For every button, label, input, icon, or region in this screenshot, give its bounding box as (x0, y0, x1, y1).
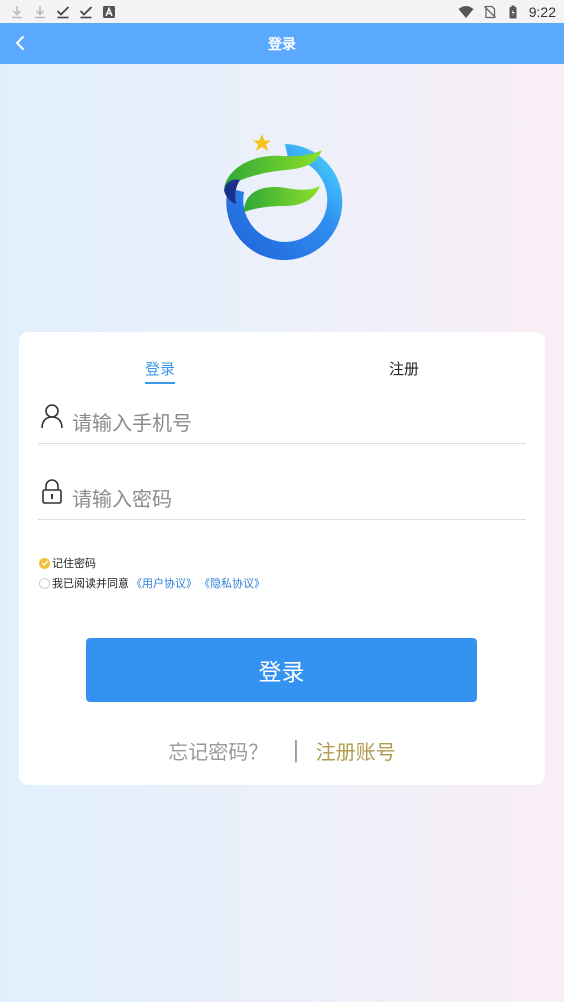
agree-checkbox[interactable] (39, 577, 50, 589)
phone-field (38, 398, 526, 444)
remember-password-toggle[interactable]: 记住密码 (39, 555, 96, 571)
password-field (38, 474, 526, 520)
status-system: 9:22 (458, 4, 556, 20)
tab-login[interactable]: 登录 (145, 358, 176, 384)
register-account-link[interactable]: 注册账号 (316, 736, 396, 765)
status-bar: 9:22 (0, 0, 564, 23)
wifi-icon (458, 5, 474, 18)
remember-checkbox[interactable] (39, 557, 50, 569)
remember-label: 记住密码 (52, 557, 96, 570)
user-agreement-link[interactable]: 《用户协议》 (131, 575, 197, 591)
link-separator: | (292, 738, 300, 763)
privacy-policy-link[interactable]: 《隐私协议》 (199, 575, 265, 591)
check-icon (56, 5, 70, 18)
login-button[interactable]: 登录 (86, 638, 477, 702)
forgot-password-link[interactable]: 忘记密码？ (168, 736, 268, 765)
chevron-left-icon (15, 36, 24, 50)
agree-label: 我已阅读并同意 (52, 577, 129, 590)
password-input[interactable] (72, 483, 492, 514)
battery-icon (509, 5, 517, 18)
app-bar: 登录 (0, 23, 564, 64)
login-card: 登录 注册 记住密码 我已阅读并同意 《用户协议》 《隐私协议》 登录 忘记密码 (19, 332, 545, 785)
status-notifications (10, 5, 116, 19)
lock-icon (42, 478, 62, 504)
agreement-row: 我已阅读并同意 《用户协议》 《隐私协议》 (39, 575, 265, 591)
check-icon (79, 5, 93, 18)
text-a-icon (103, 5, 115, 18)
page-title: 登录 (268, 36, 296, 53)
status-time: 9:22 (528, 3, 556, 20)
no-sim-icon (483, 5, 496, 18)
download-icon (35, 5, 45, 18)
user-icon (41, 403, 63, 428)
download-icon (12, 5, 22, 18)
check-icon (41, 560, 48, 566)
app-logo (224, 134, 343, 260)
back-button[interactable] (8, 31, 32, 55)
tab-register[interactable]: 注册 (389, 358, 419, 379)
bottom-links: 忘记密码？ | 注册账号 (19, 736, 545, 765)
phone-input[interactable] (72, 407, 492, 438)
